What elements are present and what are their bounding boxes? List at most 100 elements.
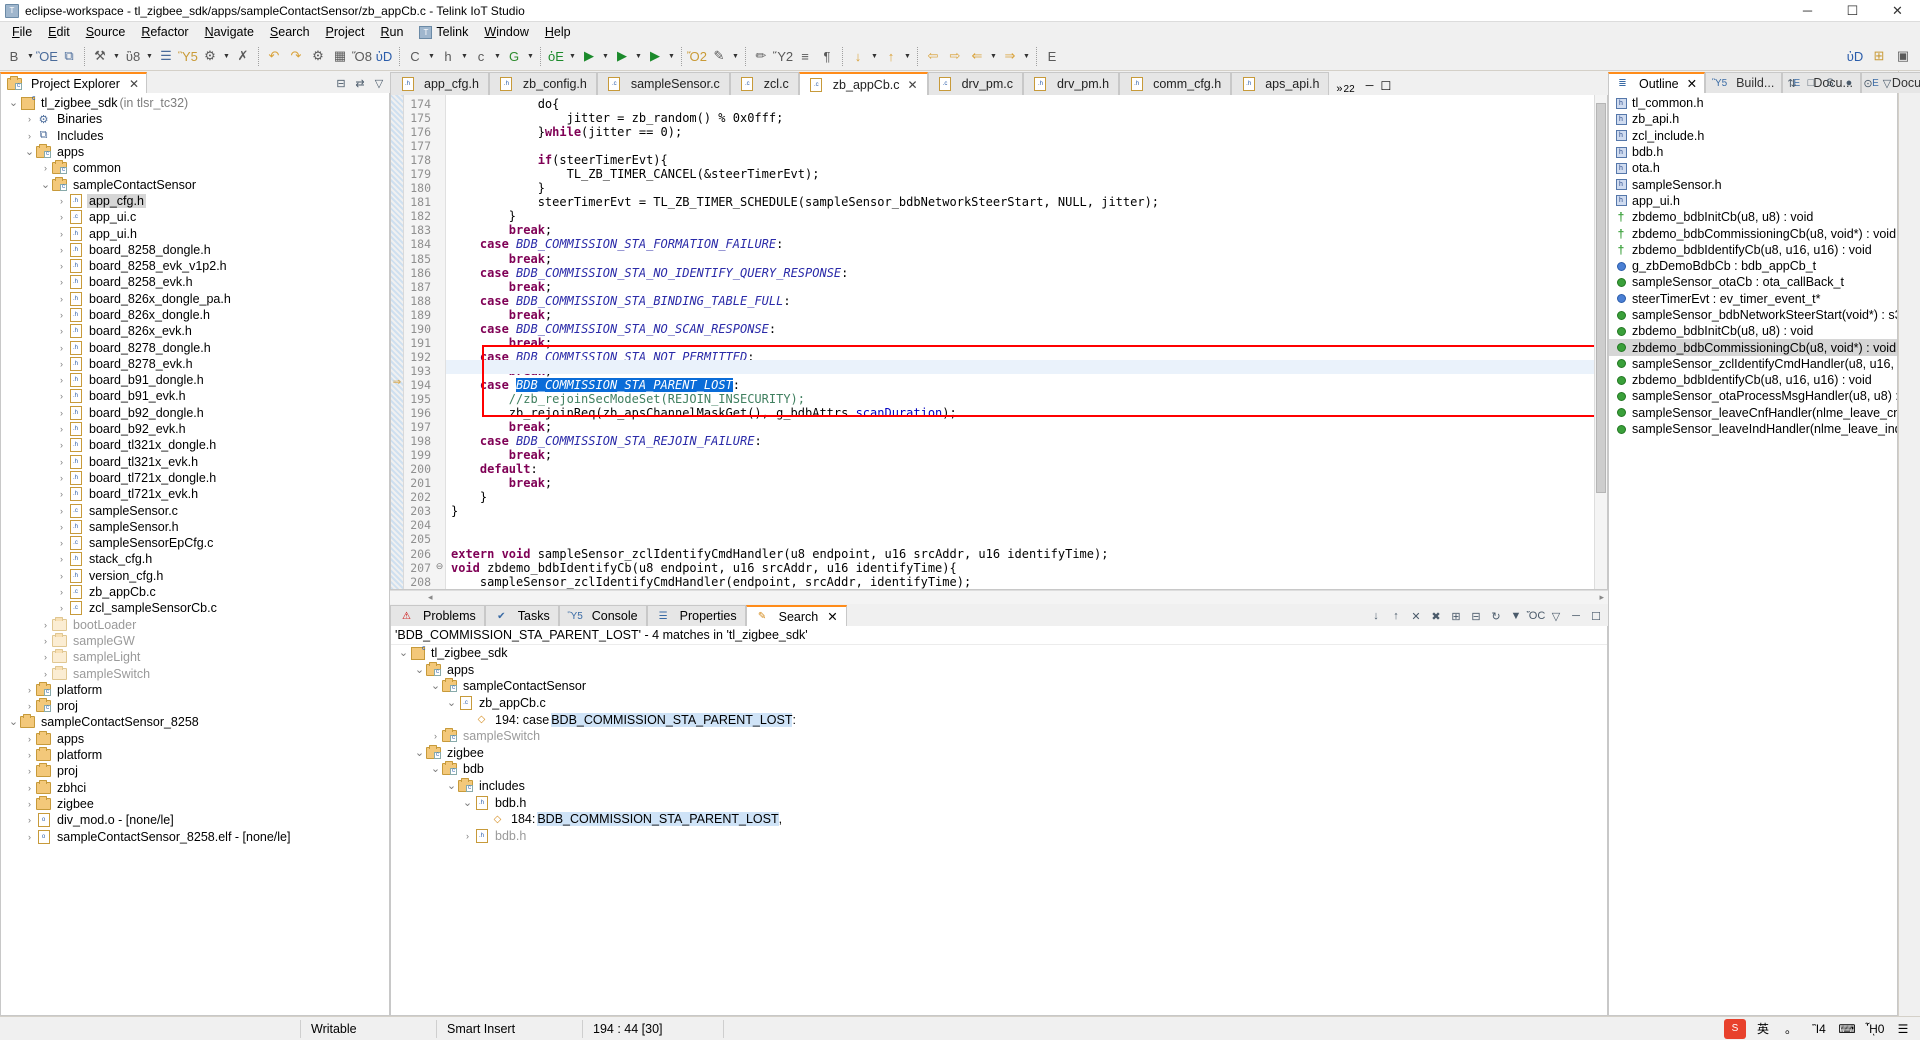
toolbar-button-export-view[interactable]: Ὕ2	[772, 45, 794, 67]
menu-item-telink[interactable]: T Telink	[411, 23, 476, 41]
toolbar-button-new-wizard[interactable]: ὜B	[3, 45, 25, 67]
search-result-row[interactable]: ◇ 184: BDB_COMMISSION_STA_PARENT_LOST,	[391, 811, 1607, 828]
toolbar-button-run-stop[interactable]: ▶	[644, 45, 666, 67]
toolbar-button-quick-access-search-icon[interactable]: ὐD	[1844, 45, 1866, 67]
tree-row[interactable]: ⌄ apps	[1, 144, 389, 160]
toolbar-dropdown-arrow-icon[interactable]: ▼	[25, 45, 36, 67]
fold-marker[interactable]	[434, 320, 445, 334]
tree-expand-arrow-icon[interactable]: ›	[55, 424, 68, 434]
toolbar-button-forward-history[interactable]: ⇨	[944, 45, 966, 67]
toolbar-button-binary-file[interactable]: ☰	[155, 45, 177, 67]
fold-marker[interactable]	[434, 278, 445, 292]
tree-expand-arrow-icon[interactable]: ›	[55, 212, 68, 222]
tree-expand-arrow-icon[interactable]: ›	[39, 636, 52, 646]
tree-row[interactable]: › .h board_8278_dongle.h	[1, 339, 389, 355]
ime-punctuation-icon[interactable]: 。	[1780, 1019, 1802, 1039]
toolbar-button-pencil-edit[interactable]: ✎	[708, 45, 730, 67]
tree-row[interactable]: › .h version_cfg.h	[1, 568, 389, 584]
tree-row[interactable]: › proj	[1, 698, 389, 714]
fold-marker[interactable]	[434, 545, 445, 559]
sogou-ime-icon[interactable]: S	[1724, 1019, 1746, 1039]
toolbar-button-git-repo[interactable]: G	[503, 45, 525, 67]
tree-row[interactable]: › .h board_tl721x_dongle.h	[1, 470, 389, 486]
outline-item[interactable]: sampleSensor_leaveIndHandler(nlme_leave_…	[1609, 421, 1897, 437]
outline-item[interactable]: h tl_common.h	[1609, 95, 1897, 111]
toolbar-button-highlight-marker[interactable]: ✏	[750, 45, 772, 67]
tree-expand-arrow-icon[interactable]: ⌄	[413, 667, 426, 673]
fold-marker[interactable]	[434, 446, 445, 460]
pin-search-icon[interactable]: ὌC	[1528, 608, 1544, 624]
tree-expand-arrow-icon[interactable]: ⌄	[429, 766, 442, 772]
tree-expand-arrow-icon[interactable]: ⌄	[429, 683, 442, 689]
close-icon[interactable]: ✕	[827, 609, 837, 624]
search-result-row[interactable]: ⌄ .h bdb.h	[391, 794, 1607, 811]
tree-row[interactable]: › ⚙ Binaries	[1, 111, 389, 127]
editor-tab-zb_appCb.c[interactable]: .c zb_appCb.c ✕	[799, 72, 928, 95]
editor-tab-drv_pm.h[interactable]: .h drv_pm.h	[1023, 72, 1119, 95]
toolbar-dropdown-arrow-icon[interactable]: ▼	[988, 45, 999, 67]
project-tree[interactable]: ⌄tl_zigbee_sdk (in tlsr_tc32)›⚙Binaries ›…	[0, 93, 390, 1016]
tree-expand-arrow-icon[interactable]: ›	[55, 473, 68, 483]
tree-expand-arrow-icon[interactable]: ⌄	[7, 100, 20, 106]
minimize-button[interactable]: ─	[1785, 0, 1830, 22]
menu-item-source[interactable]: Source	[78, 23, 134, 41]
menu-item-run[interactable]: Run	[372, 23, 411, 41]
tree-row[interactable]: › .c zb_appCb.c	[1, 584, 389, 600]
toolbar-button-run-external[interactable]: ▶	[611, 45, 633, 67]
editor-code-area[interactable]: do{ jitter = zb_random() % 0x0fff; }whil…	[446, 95, 1594, 589]
menu-item-navigate[interactable]: Navigate	[197, 23, 262, 41]
show-previous-searches-icon[interactable]: ▼	[1508, 608, 1524, 624]
tree-expand-arrow-icon[interactable]: ›	[55, 587, 68, 597]
tree-expand-arrow-icon[interactable]: ›	[39, 620, 52, 630]
outline-tab-1[interactable]: Ὓ5 Build...	[1705, 72, 1782, 93]
tree-expand-arrow-icon[interactable]: ›	[55, 277, 68, 287]
fold-marker[interactable]	[434, 250, 445, 264]
toolbar-dropdown-arrow-icon[interactable]: ▼	[459, 45, 470, 67]
fold-marker[interactable]	[434, 502, 445, 516]
menu-item-search[interactable]: Search	[262, 23, 318, 41]
tree-row[interactable]: › .h board_b91_dongle.h	[1, 372, 389, 388]
outline-item[interactable]: zbdemo_bdbIdentifyCb(u8, u16, u16) : voi…	[1609, 372, 1897, 388]
toolbar-button-clean[interactable]: ✗	[232, 45, 254, 67]
tree-row[interactable]: › .h board_8258_evk.h	[1, 274, 389, 290]
tree-expand-arrow-icon[interactable]: ›	[23, 832, 36, 842]
close-icon[interactable]: ✕	[129, 77, 139, 91]
view-menu-icon[interactable]: ▽	[1548, 608, 1564, 624]
outline-item[interactable]: h zcl_include.h	[1609, 128, 1897, 144]
tree-expand-arrow-icon[interactable]: ›	[461, 831, 474, 841]
fold-marker[interactable]	[434, 264, 445, 278]
ime-keyboard-icon[interactable]: ⌨	[1836, 1019, 1858, 1039]
tree-row[interactable]: › .c sampleSensor.c	[1, 502, 389, 518]
tree-row[interactable]: › bootLoader	[1, 617, 389, 633]
tree-expand-arrow-icon[interactable]: ›	[23, 783, 36, 793]
toolbar-button-next-annotation[interactable]: ↓	[847, 45, 869, 67]
scroll-right-arrow-icon[interactable]: ▸	[1599, 592, 1604, 603]
toolbar-button-save[interactable]: ὋE	[36, 45, 58, 67]
search-result-row[interactable]: ⌄tl_zigbee_sdk	[391, 645, 1607, 662]
tree-row[interactable]: ⌄tl_zigbee_sdk (in tlsr_tc32)	[1, 95, 389, 111]
view-menu-icon[interactable]: ▽	[371, 75, 387, 91]
toolbar-button-open-folder[interactable]: Ὄ2	[686, 45, 708, 67]
tree-expand-arrow-icon[interactable]: ⌄	[7, 719, 20, 725]
search-result-row[interactable]: ⌄sampleContactSensor	[391, 678, 1607, 695]
tree-expand-arrow-icon[interactable]: ›	[55, 554, 68, 564]
tree-row[interactable]: › .c zcl_sampleSensorCb.c	[1, 600, 389, 616]
tree-expand-arrow-icon[interactable]: ⌄	[39, 182, 52, 188]
toolbar-button-book-mark[interactable]: Ὅ8	[351, 45, 373, 67]
fold-marker[interactable]	[434, 95, 445, 109]
tree-row[interactable]: › .c app_ui.c	[1, 209, 389, 225]
tree-row[interactable]: › apps	[1, 731, 389, 747]
tree-expand-arrow-icon[interactable]: ›	[23, 750, 36, 760]
tree-expand-arrow-icon[interactable]: ›	[55, 326, 68, 336]
bottom-tab-search[interactable]: ✎ Search ✕	[746, 605, 847, 626]
outline-item[interactable]: h zb_api.h	[1609, 111, 1897, 127]
fold-marker[interactable]	[434, 179, 445, 193]
search-result-row[interactable]: ›sampleSwitch	[391, 728, 1607, 745]
tree-row[interactable]: › o div_mod.o - [none/le]	[1, 812, 389, 828]
menu-item-help[interactable]: Help	[537, 23, 579, 41]
tree-expand-arrow-icon[interactable]: ⌄	[445, 783, 458, 789]
tree-row[interactable]: › .c sampleSensorEpCfg.c	[1, 535, 389, 551]
toolbar-button-debug[interactable]: ὁE	[545, 45, 567, 67]
fold-marker[interactable]	[434, 221, 445, 235]
toolbar-dropdown-arrow-icon[interactable]: ▼	[567, 45, 578, 67]
